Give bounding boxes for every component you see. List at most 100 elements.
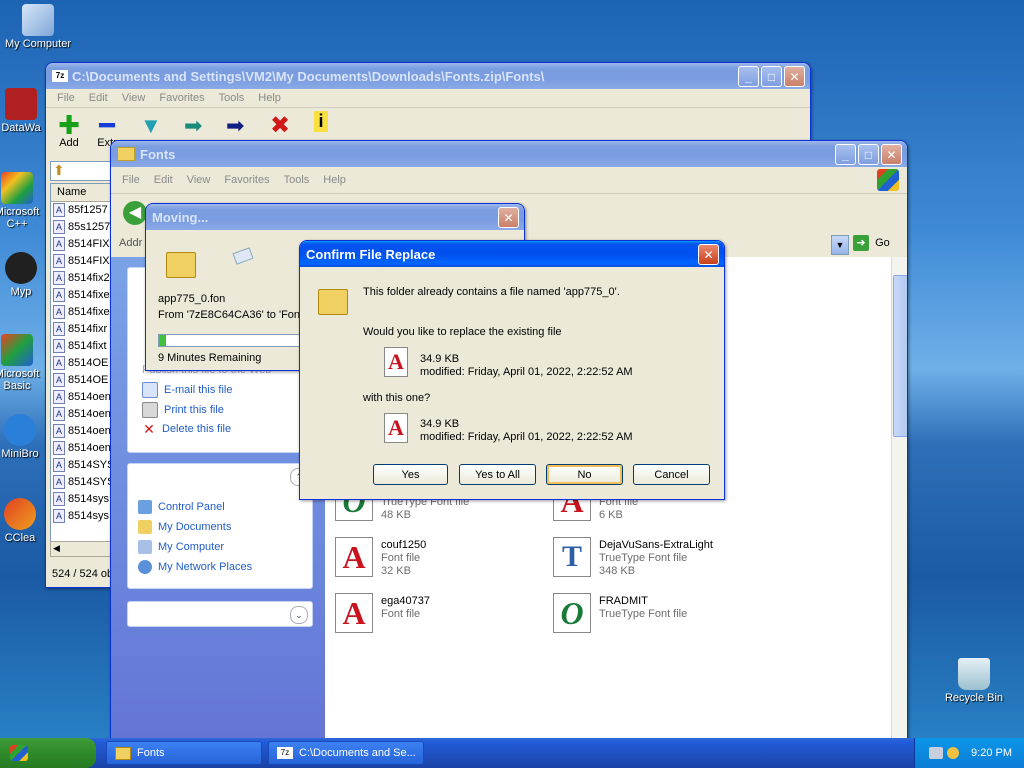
folder-icon xyxy=(117,147,135,161)
list-item[interactable]: A 8514OE xyxy=(51,372,113,389)
list-item[interactable]: A 8514fixe xyxy=(51,287,113,304)
fonts-window-titlebar[interactable]: Fonts xyxy=(111,141,907,167)
file-item[interactable]: O FRADMIT TrueType Font file xyxy=(553,593,763,643)
list-item[interactable]: A 8514FIX xyxy=(51,253,113,270)
list-item[interactable]: A 8514fixt xyxy=(51,338,113,355)
email-icon xyxy=(142,382,158,398)
horizontal-scrollbar[interactable]: ◀ xyxy=(50,541,114,557)
place-my-network[interactable]: My Network Places xyxy=(138,560,252,574)
desktop-icon-cclea[interactable]: CClea xyxy=(0,498,46,544)
back-arrow-icon[interactable]: ◀ xyxy=(123,201,147,225)
list-item[interactable]: A 8514SYS xyxy=(51,457,113,474)
place-my-documents[interactable]: My Documents xyxy=(138,520,231,534)
move-arrow-icon[interactable]: ➡ xyxy=(226,113,244,139)
ccleaner-icon xyxy=(4,498,36,530)
expand-chevron-icon[interactable]: ⌄ xyxy=(290,606,308,624)
menu-help[interactable]: Help xyxy=(316,174,353,186)
moving-title: Moving... xyxy=(152,209,209,225)
close-button[interactable]: ✕ xyxy=(698,244,719,265)
with-this-one: with this one? xyxy=(363,392,431,404)
list-item[interactable]: A 8514oen xyxy=(51,423,113,440)
confirm-titlebar[interactable]: Confirm File Replace xyxy=(300,241,724,267)
minimize-button[interactable]: _ xyxy=(835,144,856,165)
copy-arrow-icon[interactable]: ➡ xyxy=(184,113,202,139)
zip-window-titlebar[interactable]: 7z C:\Documents and Settings\VM2\My Docu… xyxy=(46,63,810,89)
menu-file[interactable]: File xyxy=(115,174,147,186)
task-delete-file[interactable]: ✕ Delete this file xyxy=(142,422,231,436)
list-item[interactable]: A 8514OE xyxy=(51,355,113,372)
no-button[interactable]: No xyxy=(546,464,623,485)
menu-tools[interactable]: Tools xyxy=(277,174,317,186)
taskbar-item-7zip[interactable]: 7z C:\Documents and Se... xyxy=(268,741,424,765)
menu-edit[interactable]: Edit xyxy=(82,92,115,104)
menu-edit[interactable]: Edit xyxy=(147,174,180,186)
desktop-icon-msbasic[interactable]: Microsoft Basic xyxy=(0,334,46,392)
list-item[interactable]: A 8514sys xyxy=(51,491,113,508)
menu-view[interactable]: View xyxy=(180,174,218,186)
maximize-button[interactable]: □ xyxy=(761,66,782,87)
network-tray-icon[interactable] xyxy=(929,747,944,759)
menu-file[interactable]: File xyxy=(50,92,82,104)
minimize-button[interactable]: _ xyxy=(738,66,759,87)
desktop-icon-myp[interactable]: Myp xyxy=(0,252,46,298)
close-button[interactable]: ✕ xyxy=(498,207,519,228)
list-item[interactable]: A 8514SYS xyxy=(51,474,113,491)
address-dropdown-button[interactable]: ▼ xyxy=(831,235,849,255)
close-button[interactable]: ✕ xyxy=(784,66,805,87)
list-item[interactable]: A 8514fix2 xyxy=(51,270,113,287)
file-item[interactable]: Aega40737 Font file xyxy=(335,593,545,643)
zip-address-bar[interactable]: ⬆ xyxy=(50,161,112,181)
taskbar-item-fonts[interactable]: Fonts xyxy=(106,741,262,765)
menu-view[interactable]: View xyxy=(115,92,153,104)
list-item[interactable]: A 8514oen xyxy=(51,406,113,423)
list-item[interactable]: A 85f1257 xyxy=(51,202,113,219)
menu-favorites[interactable]: Favorites xyxy=(217,174,276,186)
delete-x-icon[interactable]: ✖ xyxy=(270,111,290,140)
my-documents-icon xyxy=(138,520,152,534)
existing-modified: modified: Friday, April 01, 2022, 2:22:5… xyxy=(420,366,633,378)
menu-favorites[interactable]: Favorites xyxy=(152,92,211,104)
maximize-button[interactable]: □ xyxy=(858,144,879,165)
go-button[interactable]: ➜ Go xyxy=(853,235,899,253)
cancel-button[interactable]: Cancel xyxy=(633,464,710,485)
list-item[interactable]: A 8514fixr xyxy=(51,321,113,338)
scrollbar-thumb[interactable] xyxy=(893,275,907,437)
list-item[interactable]: A 8514oen xyxy=(51,440,113,457)
file-name: couf1250 xyxy=(381,539,427,551)
menu-tools[interactable]: Tools xyxy=(212,92,252,104)
close-button[interactable]: ✕ xyxy=(881,144,902,165)
yes-to-all-button[interactable]: Yes to All xyxy=(459,464,536,485)
font-file-icon: A xyxy=(335,593,373,633)
moving-titlebar[interactable]: Moving... xyxy=(146,204,524,230)
start-button[interactable]: start xyxy=(0,738,96,768)
desktop-icon-minibro[interactable]: MiniBro xyxy=(0,414,46,460)
desktop-icon-recycle-bin[interactable]: Recycle Bin xyxy=(936,658,1012,704)
desktop-icon-msvc[interactable]: Microsoft C++ xyxy=(0,172,46,230)
file-item[interactable]: T DejaVuSans-ExtraLight TrueType Font file… xyxy=(553,537,763,587)
test-icon[interactable]: ▼ xyxy=(140,113,162,139)
file-item[interactable]: Acouf1250 Font file 32 KB xyxy=(335,537,545,587)
clock[interactable]: 9:20 PM xyxy=(971,747,1012,759)
place-my-computer[interactable]: My Computer xyxy=(138,540,224,554)
info-icon[interactable]: i xyxy=(314,111,328,132)
add-button[interactable]: ✚ Add xyxy=(54,112,84,149)
list-item[interactable]: A 8514oen xyxy=(51,389,113,406)
confirm-title: Confirm File Replace xyxy=(306,246,436,262)
task-print-file[interactable]: Print this file xyxy=(142,402,224,418)
column-header-name[interactable]: Name xyxy=(51,184,113,202)
desktop-icon-my-computer[interactable]: My Computer xyxy=(0,4,76,50)
taskbar: start Fonts 7z C:\Documents and Se... 9:… xyxy=(0,738,1024,768)
list-item[interactable]: A 8514fixe xyxy=(51,304,113,321)
list-item[interactable]: A 8514sys xyxy=(51,508,113,525)
place-control-panel[interactable]: Control Panel xyxy=(138,500,225,514)
tray-icon[interactable] xyxy=(947,747,960,759)
task-email-file[interactable]: E-mail this file xyxy=(142,382,232,398)
font-file-icon: A xyxy=(53,322,65,337)
existing-size: 34.9 KB xyxy=(420,353,460,365)
list-item[interactable]: A 85s1257 xyxy=(51,219,113,236)
folder-icon xyxy=(166,252,196,278)
menu-help[interactable]: Help xyxy=(251,92,288,104)
vertical-scrollbar[interactable] xyxy=(891,257,907,739)
yes-button[interactable]: Yes xyxy=(373,464,448,485)
list-item[interactable]: A 8514FIX xyxy=(51,236,113,253)
